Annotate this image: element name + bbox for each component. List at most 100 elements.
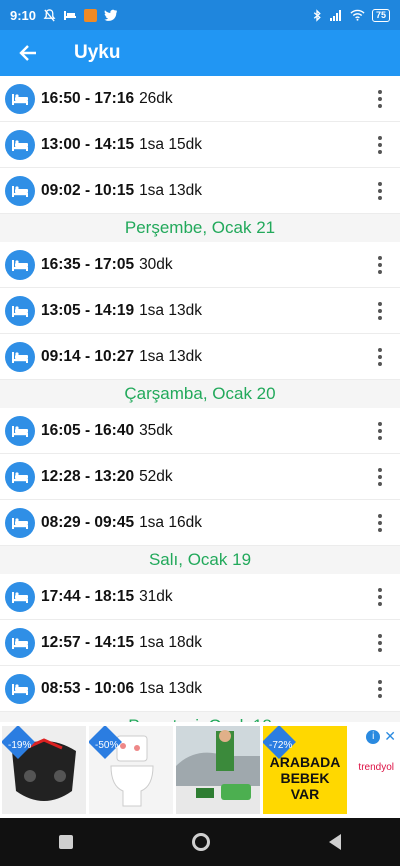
more-options-button[interactable] — [360, 288, 400, 334]
sleep-duration: 31dk — [139, 587, 173, 605]
sleep-entry[interactable]: 16:05 - 16:40 35dk — [0, 408, 400, 454]
status-bar: 9:10 75 — [0, 0, 400, 30]
more-vert-icon — [378, 347, 382, 366]
sleep-duration: 1sa 13dk — [139, 181, 202, 199]
section-header: Perşembe, Ocak 21 — [0, 214, 400, 242]
bluetooth-icon — [313, 8, 321, 22]
more-options-button[interactable] — [360, 454, 400, 500]
sleep-duration: 1sa 13dk — [139, 301, 202, 319]
discount-label: -72% — [269, 740, 293, 751]
ad-product-sticker[interactable]: -72% ARABADA BEBEK VAR — [263, 726, 347, 814]
more-options-button[interactable] — [360, 620, 400, 666]
sleep-time-range: 08:53 - 10:06 — [41, 679, 135, 697]
bed-icon — [5, 129, 35, 160]
sleep-list[interactable]: 16:50 - 17:16 26dk 13:00 - 14:15 1sa 15dk 09… — [0, 76, 400, 722]
bed-icon — [64, 11, 77, 20]
sleep-duration: 1sa 13dk — [139, 679, 202, 697]
bed-icon — [5, 673, 35, 704]
sleep-time-range: 13:05 - 14:19 — [41, 301, 135, 319]
sleep-duration: 1sa 13dk — [139, 347, 202, 365]
section-header: Salı, Ocak 19 — [0, 546, 400, 574]
more-options-button[interactable] — [360, 168, 400, 214]
close-icon[interactable]: ✕ — [384, 728, 396, 745]
arrow-back-icon — [19, 45, 36, 61]
bed-icon — [5, 175, 35, 206]
more-vert-icon — [378, 421, 382, 440]
more-vert-icon — [378, 513, 382, 532]
sleep-entry[interactable]: 17:44 - 18:15 31dk — [0, 574, 400, 620]
sleep-entry[interactable]: 09:14 - 10:27 1sa 13dk — [0, 334, 400, 380]
sleep-duration: 30dk — [139, 255, 173, 273]
more-options-button[interactable] — [360, 122, 400, 168]
more-options-button[interactable] — [360, 500, 400, 546]
bed-icon — [5, 415, 35, 446]
sleep-entry[interactable]: 13:05 - 14:19 1sa 13dk — [0, 288, 400, 334]
sleep-entry[interactable]: 08:53 - 10:06 1sa 13dk — [0, 666, 400, 712]
sleep-time-range: 12:57 - 14:15 — [41, 633, 135, 651]
more-options-button[interactable] — [360, 574, 400, 620]
bed-icon — [5, 461, 35, 492]
signal-icon — [329, 10, 341, 21]
more-vert-icon — [378, 135, 382, 154]
section-header: Çarşamba, Ocak 20 — [0, 380, 400, 408]
bed-icon — [5, 249, 35, 280]
sleep-duration: 52dk — [139, 467, 173, 485]
more-vert-icon — [378, 89, 382, 108]
sleep-duration: 1sa 16dk — [139, 513, 202, 531]
sticker-text: ARABADA BEBEK VAR — [269, 754, 341, 802]
recents-button[interactable] — [59, 835, 74, 849]
more-vert-icon — [378, 633, 382, 652]
section-header: Pazartesi, Ocak 18 — [0, 712, 400, 722]
ad-product-mask[interactable]: -19% — [2, 726, 86, 814]
more-options-button[interactable] — [360, 334, 400, 380]
more-options-button[interactable] — [360, 666, 400, 712]
sleep-entry[interactable]: 08:29 - 09:45 1sa 16dk — [0, 500, 400, 546]
battery-icon: 75 — [371, 8, 390, 22]
more-vert-icon — [378, 587, 382, 606]
bed-icon — [5, 341, 35, 372]
app-bar: Uyku — [0, 30, 400, 76]
wifi-icon — [350, 9, 365, 21]
sleep-entry[interactable]: 12:57 - 14:15 1sa 18dk — [0, 620, 400, 666]
more-options-button[interactable] — [360, 242, 400, 288]
bed-icon — [5, 581, 35, 612]
sleep-time-range: 17:44 - 18:15 — [41, 587, 135, 605]
sleep-entry[interactable]: 16:35 - 17:05 30dk — [0, 242, 400, 288]
sleep-time-range: 09:02 - 10:15 — [41, 181, 135, 199]
home-button[interactable] — [191, 833, 210, 851]
back-button[interactable] — [0, 30, 56, 76]
sleep-entry[interactable]: 13:00 - 14:15 1sa 15dk — [0, 122, 400, 168]
brand-logo: trendyol — [358, 762, 394, 773]
sleep-time-range: 16:35 - 17:05 — [41, 255, 135, 273]
more-options-button[interactable] — [360, 408, 400, 454]
sleep-time-range: 13:00 - 14:15 — [41, 135, 135, 153]
sleep-time-range: 12:28 - 13:20 — [41, 467, 135, 485]
app-notification-icon — [84, 8, 98, 22]
discount-label: -19% — [8, 740, 32, 751]
sleep-entry[interactable]: 12:28 - 13:20 52dk — [0, 454, 400, 500]
ad-product-toilet[interactable]: -50% — [89, 726, 173, 814]
sleep-duration: 1sa 18dk — [139, 633, 202, 651]
ad-info[interactable]: i ✕ — [366, 728, 396, 745]
discount-label: -50% — [95, 740, 119, 751]
sleep-time-range: 08:29 - 09:45 — [41, 513, 135, 531]
info-icon[interactable]: i — [366, 729, 381, 744]
sleep-time-range: 16:05 - 16:40 — [41, 421, 135, 439]
more-vert-icon — [378, 467, 382, 486]
ad-banner[interactable]: -19% -50% -72% ARABADA BEBEK VAR i ✕ tre… — [0, 722, 400, 818]
more-vert-icon — [378, 181, 382, 200]
more-options-button[interactable] — [360, 76, 400, 122]
bed-icon — [5, 295, 35, 326]
sleep-duration: 35dk — [139, 421, 173, 439]
system-back-button[interactable] — [328, 834, 341, 850]
more-vert-icon — [378, 679, 382, 698]
twitter-icon — [104, 9, 118, 21]
sleep-entry[interactable]: 16:50 - 17:16 26dk — [0, 76, 400, 122]
sleep-time-range: 09:14 - 10:27 — [41, 347, 135, 365]
ad-product-washer[interactable] — [176, 726, 260, 814]
sleep-time-range: 16:50 - 17:16 — [41, 89, 135, 107]
status-time: 9:10 — [10, 7, 37, 23]
sleep-duration: 26dk — [139, 89, 173, 107]
more-vert-icon — [378, 255, 382, 274]
sleep-entry[interactable]: 09:02 - 10:15 1sa 13dk — [0, 168, 400, 214]
